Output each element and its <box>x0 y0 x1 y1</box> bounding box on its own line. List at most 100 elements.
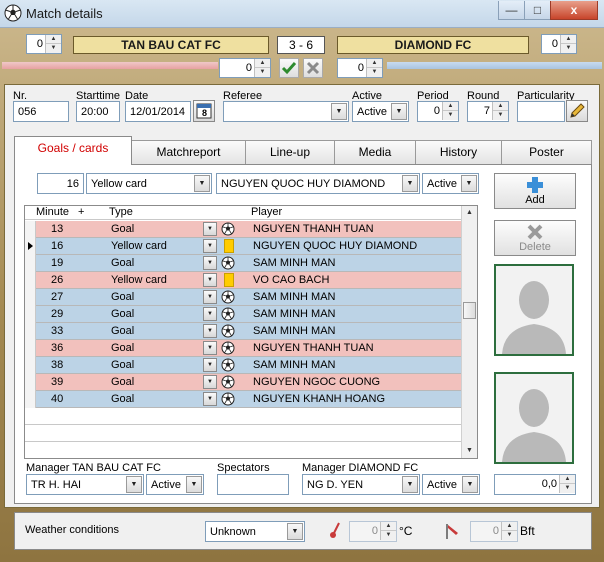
scroll-thumb[interactable] <box>463 302 476 319</box>
calendar-button[interactable]: 8 <box>193 100 215 122</box>
empty-row[interactable] <box>25 425 463 442</box>
chevron-down-icon[interactable]: ▼ <box>203 273 217 287</box>
scroll-up-icon[interactable]: ▲ <box>462 206 477 220</box>
row-indicator[interactable] <box>25 272 36 289</box>
row-indicator[interactable] <box>25 289 36 306</box>
chevron-down-icon[interactable]: ▼ <box>203 392 217 406</box>
confirm-button[interactable] <box>279 58 299 78</box>
spinner-arrows[interactable]: ▲ ▼ <box>559 475 575 493</box>
col-plus[interactable]: + <box>78 206 84 218</box>
spectators-field[interactable] <box>217 474 289 495</box>
table-row[interactable]: 26 Yellow card ▼ VO CAO BACH <box>25 272 463 289</box>
starttime-field[interactable]: 20:00 <box>76 101 120 122</box>
scroll-down-icon[interactable]: ▼ <box>462 444 477 458</box>
empty-row[interactable] <box>25 408 463 425</box>
away-manager-status-select[interactable]: Active ▼ <box>422 474 480 495</box>
minimize-button[interactable]: — <box>498 1 525 20</box>
spinner-arrows[interactable]: ▲ ▼ <box>366 59 382 77</box>
wind-spinner[interactable]: 0 ▲ ▼ <box>470 521 518 542</box>
row-indicator[interactable] <box>25 340 36 357</box>
chevron-down-icon[interactable]: ▼ <box>194 175 210 192</box>
chevron-down-icon[interactable]: ▼ <box>402 476 418 493</box>
spinner-arrows[interactable]: ▲ ▼ <box>560 35 576 53</box>
home-manager-select[interactable]: TR H. HAI ▼ <box>26 474 144 495</box>
tab-goals-cards[interactable]: Goals / cards <box>14 136 132 165</box>
event-type-select[interactable]: Yellow card ▼ <box>86 173 212 194</box>
tab-matchreport[interactable]: Matchreport <box>131 140 246 164</box>
chevron-down-icon[interactable]: ▼ <box>391 103 407 120</box>
event-status-select[interactable]: Active ▼ <box>422 173 479 194</box>
nr-field[interactable]: 056 <box>13 101 69 122</box>
tab-line-up[interactable]: Line-up <box>245 140 335 164</box>
table-row[interactable]: 39 Goal ▼ NGUYEN NGOC CUONG <box>25 374 463 391</box>
chevron-down-icon[interactable]: ▼ <box>203 222 217 236</box>
maximize-button[interactable]: □ <box>524 1 551 20</box>
row-indicator[interactable] <box>25 357 36 374</box>
home-extra-spinner[interactable]: 0 ▲ ▼ <box>26 34 62 54</box>
tab-history[interactable]: History <box>415 140 502 164</box>
chevron-down-icon[interactable]: ▼ <box>203 239 217 253</box>
table-row[interactable]: 29 Goal ▼ SAM MINH MAN <box>25 306 463 323</box>
chevron-down-icon[interactable]: ▼ <box>203 290 217 304</box>
chevron-down-icon[interactable]: ▼ <box>287 523 303 540</box>
chevron-down-icon[interactable]: ▼ <box>203 324 217 338</box>
delete-button[interactable]: Delete <box>494 220 576 256</box>
spinner-arrows[interactable]: ▲ ▼ <box>501 522 517 540</box>
spinner-arrows[interactable]: ▲ ▼ <box>492 102 508 120</box>
chevron-down-icon[interactable]: ▼ <box>462 476 478 493</box>
period-spinner[interactable]: 0 ▲ ▼ <box>417 101 459 122</box>
table-row[interactable]: 16 Yellow card ▼ NGUYEN QUOC HUY DIAMOND <box>25 238 463 255</box>
home-penalty-spinner[interactable]: 0 ▲ ▼ <box>219 58 271 78</box>
chevron-down-icon[interactable]: ▼ <box>203 256 217 270</box>
table-row[interactable]: 38 Goal ▼ SAM MINH MAN <box>25 357 463 374</box>
table-row[interactable]: 13 Goal ▼ NGUYEN THANH TUAN <box>25 221 463 238</box>
chevron-down-icon[interactable]: ▼ <box>203 307 217 321</box>
tab-poster[interactable]: Poster <box>501 140 592 164</box>
grid-scrollbar[interactable]: ▲ ▼ <box>461 206 477 458</box>
referee-select[interactable]: ▼ <box>223 101 349 122</box>
table-row[interactable]: 40 Goal ▼ NGUYEN KHANH HOANG <box>25 391 463 408</box>
row-indicator[interactable] <box>25 391 36 408</box>
temperature-spinner[interactable]: 0 ▲ ▼ <box>349 521 397 542</box>
active-select[interactable]: Active ▼ <box>352 101 409 122</box>
table-row[interactable]: 19 Goal ▼ SAM MINH MAN <box>25 255 463 272</box>
chevron-down-icon[interactable]: ▼ <box>203 358 217 372</box>
row-indicator[interactable] <box>25 306 36 323</box>
spinner-arrows[interactable]: ▲ ▼ <box>442 102 458 120</box>
round-spinner[interactable]: 7 ▲ ▼ <box>467 101 509 122</box>
row-indicator[interactable] <box>25 221 36 238</box>
edit-particularity-button[interactable] <box>566 100 588 122</box>
row-indicator[interactable] <box>25 238 36 255</box>
tab-media[interactable]: Media <box>334 140 416 164</box>
rating-spinner[interactable]: 0,0 ▲ ▼ <box>494 474 576 495</box>
particularity-field[interactable] <box>517 101 565 122</box>
away-manager-select[interactable]: NG D. YEN ▼ <box>302 474 420 495</box>
col-type[interactable]: Type <box>109 206 133 218</box>
empty-row[interactable] <box>25 442 463 458</box>
row-indicator[interactable] <box>25 323 36 340</box>
chevron-down-icon[interactable]: ▼ <box>402 175 418 192</box>
chevron-down-icon[interactable]: ▼ <box>126 476 142 493</box>
minute-field[interactable]: 16 <box>37 173 84 194</box>
row-indicator[interactable] <box>25 374 36 391</box>
away-penalty-spinner[interactable]: 0 ▲ ▼ <box>337 58 383 78</box>
chevron-down-icon[interactable]: ▼ <box>203 375 217 389</box>
spinner-arrows[interactable]: ▲ ▼ <box>254 59 270 77</box>
away-extra-spinner[interactable]: 0 ▲ ▼ <box>541 34 577 54</box>
close-button[interactable]: x <box>550 1 598 20</box>
date-field[interactable]: 12/01/2014 <box>125 101 191 122</box>
table-row[interactable]: 27 Goal ▼ SAM MINH MAN <box>25 289 463 306</box>
home-manager-status-select[interactable]: Active ▼ <box>146 474 204 495</box>
spinner-arrows[interactable]: ▲ ▼ <box>45 35 61 53</box>
col-player[interactable]: Player <box>251 206 282 218</box>
player-select[interactable]: NGUYEN QUOC HUY DIAMOND ▼ <box>216 173 420 194</box>
row-indicator[interactable] <box>25 255 36 272</box>
chevron-down-icon[interactable]: ▼ <box>186 476 202 493</box>
weather-select[interactable]: Unknown ▼ <box>205 521 305 542</box>
table-row[interactable]: 33 Goal ▼ SAM MINH MAN <box>25 323 463 340</box>
cancel-button[interactable] <box>303 58 323 78</box>
chevron-down-icon[interactable]: ▼ <box>331 103 347 120</box>
table-row[interactable]: 36 Goal ▼ NGUYEN THANH TUAN <box>25 340 463 357</box>
col-minute[interactable]: Minute <box>36 206 69 218</box>
chevron-down-icon[interactable]: ▼ <box>203 341 217 355</box>
